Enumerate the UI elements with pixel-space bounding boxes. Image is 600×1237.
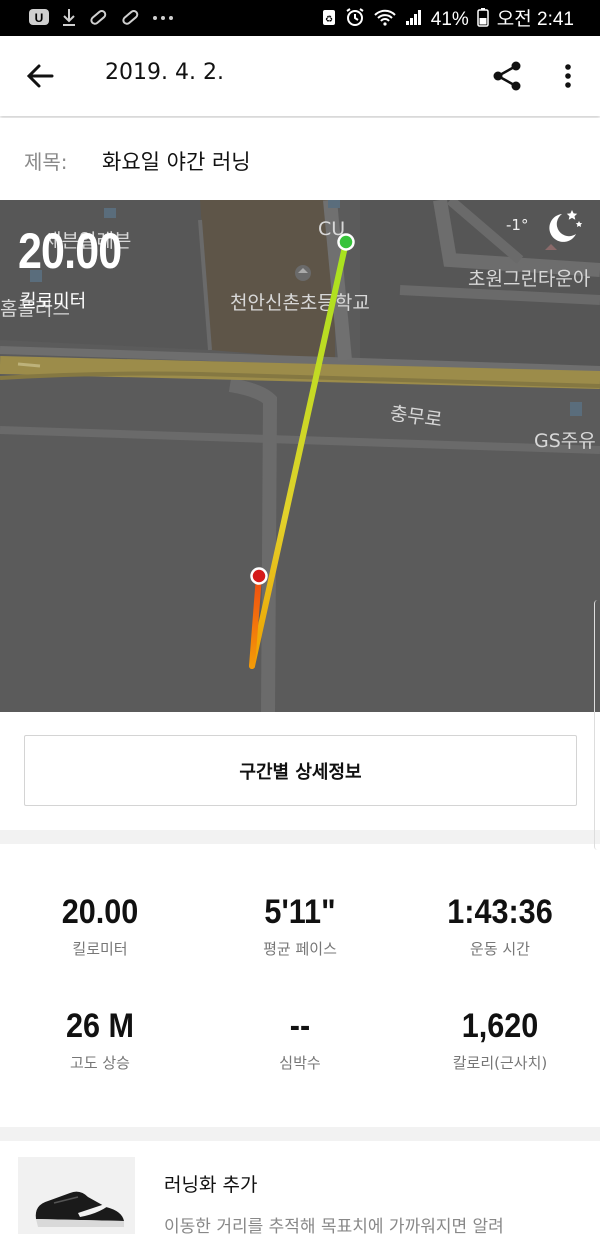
pill-icon: [120, 7, 140, 32]
stat-average-pace: 5'11" 평균 페이스: [200, 893, 400, 959]
route-start-marker: [337, 233, 355, 251]
alarm-icon: [345, 7, 365, 32]
stat-value: 5'11": [264, 893, 336, 931]
status-bar: U ♻ 41% 오전 2:41: [0, 0, 600, 36]
stat-elevation-gain: 26 M 고도 상승: [0, 1007, 200, 1073]
stat-label: 칼로리(근사치): [452, 1054, 548, 1072]
stat-heart-rate: -- 심박수: [200, 1007, 400, 1073]
clock: 오전 2:41: [496, 8, 574, 30]
stat-label: 킬로미터: [72, 940, 128, 958]
stat-calories: 1,620 칼로리(근사치): [400, 1007, 600, 1073]
app-bar: 2019. 4. 2.: [0, 36, 600, 116]
stat-label: 고도 상승: [70, 1054, 130, 1072]
distance-unit: 킬로미터: [20, 291, 87, 312]
battery-percent: 41%: [430, 8, 469, 30]
split-details-button[interactable]: 구간별 상세정보: [24, 735, 577, 806]
route-end-marker: [250, 567, 268, 585]
stat-value: 1,620: [461, 1007, 539, 1045]
section-divider: [0, 1127, 600, 1141]
more-notifications-icon: [152, 7, 174, 32]
stat-value: 20.00: [61, 893, 139, 931]
section-divider: [0, 830, 600, 844]
night-moon-icon: [549, 210, 583, 242]
run-title-row[interactable]: 제목: 화요일 야간 러닝: [0, 118, 600, 200]
stat-label: 심박수: [279, 1054, 321, 1072]
share-icon: [493, 61, 521, 91]
more-vertical-icon: [565, 64, 571, 88]
distance-value: 20.00: [18, 223, 122, 279]
pill-icon: [88, 7, 108, 32]
shoe-icon: [35, 1191, 124, 1227]
add-shoe-title[interactable]: 러닝화 추가: [164, 1170, 257, 1197]
status-right-icons: ♻ 41% 오전 2:41: [321, 7, 574, 32]
more-options-button[interactable]: [550, 56, 586, 96]
svg-text:♻: ♻: [325, 14, 333, 24]
add-shoe-description: 이동한 거리를 추적해 목표치에 가까워지면 알려: [164, 1217, 504, 1237]
stat-value: 1:43:36: [447, 893, 553, 931]
stat-distance: 20.00 킬로미터: [0, 893, 200, 959]
scroll-indicator: [594, 600, 600, 850]
page-title: 2019. 4. 2.: [105, 60, 224, 85]
back-arrow-icon: [26, 64, 54, 88]
stat-label: 평균 페이스: [263, 940, 337, 958]
app-notification-icon: U: [28, 7, 50, 32]
signal-icon: [405, 7, 423, 32]
recycle-icon: ♻: [321, 7, 337, 32]
share-button[interactable]: [488, 56, 528, 96]
stat-label: 운동 시간: [470, 940, 530, 958]
status-left-icons: U: [28, 7, 174, 32]
battery-icon: [477, 7, 489, 32]
back-button[interactable]: [22, 56, 62, 96]
download-icon: [62, 7, 76, 32]
title-label: 제목:: [24, 150, 68, 174]
stat-duration: 1:43:36 운동 시간: [400, 893, 600, 959]
svg-text:U: U: [35, 11, 44, 25]
stat-value: 26 M: [65, 1007, 135, 1045]
temperature: -1°: [506, 216, 529, 234]
run-title-value: 화요일 야간 러닝: [102, 150, 251, 174]
stat-value: --: [289, 1007, 311, 1045]
running-shoe-image[interactable]: [18, 1157, 135, 1234]
wifi-icon: [373, 7, 397, 32]
